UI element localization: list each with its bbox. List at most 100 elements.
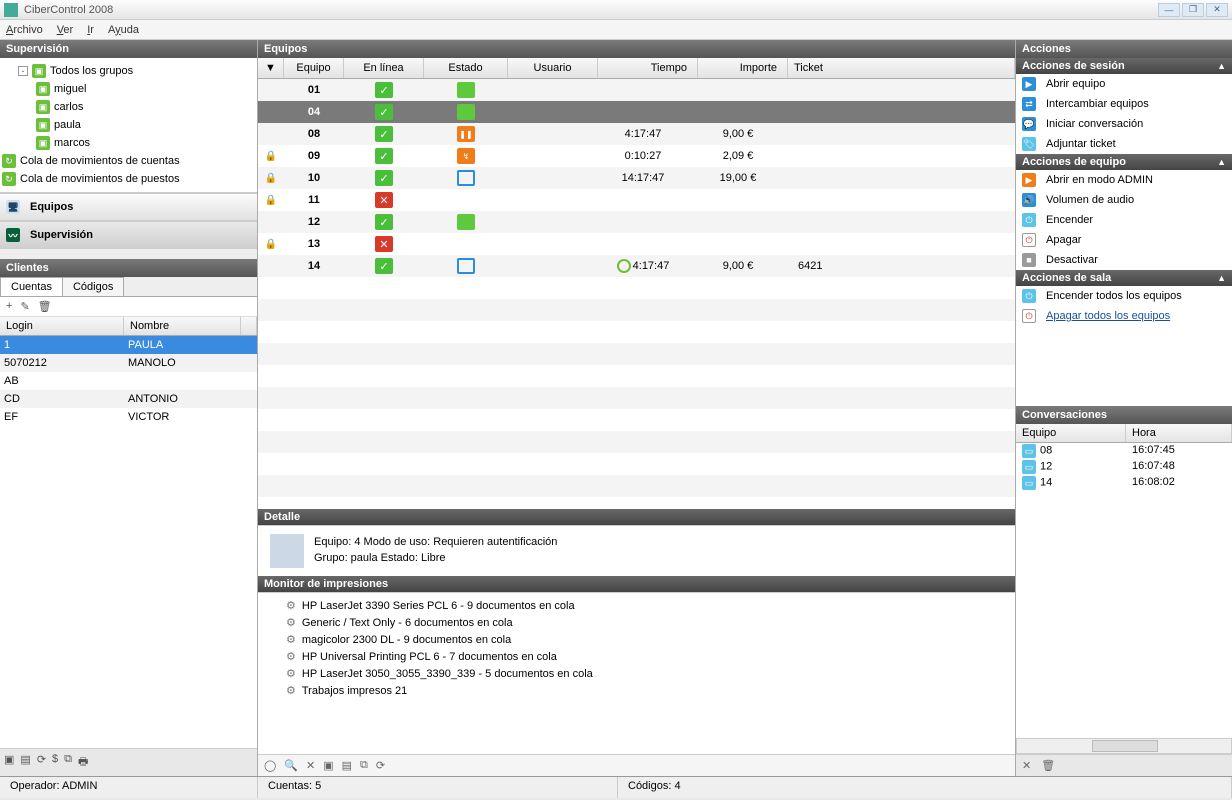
cliente-row[interactable]: EFVICTOR — [0, 408, 257, 426]
delete-button[interactable]: 🗑 — [38, 300, 52, 313]
col-conv-hora[interactable]: Hora — [1126, 424, 1232, 442]
equipo-row-empty — [258, 431, 1015, 453]
equipo-row[interactable]: 🔒 13 ✕ — [258, 233, 1015, 255]
equipo-row[interactable]: 08 ✓ ❚❚ 4:17:47 9,00 € — [258, 123, 1015, 145]
detalle-header: Detalle — [258, 509, 1015, 525]
detalle-panel: Equipo: 4 Modo de uso: Requieren autenti… — [258, 525, 1015, 576]
tb-icon[interactable]: ⧉ — [64, 753, 72, 772]
power-on-icon: ⏻ — [1022, 289, 1036, 303]
menu-ayuda[interactable]: Ayuda — [108, 24, 139, 36]
cliente-row[interactable]: CDANTONIO — [0, 390, 257, 408]
tree-root[interactable]: -▣Todos los grupos — [2, 62, 255, 80]
col-equipo[interactable]: Equipo — [284, 58, 344, 78]
power-off-icon: ⏻ — [1022, 233, 1036, 247]
tb-icon[interactable]: ⧉ — [360, 759, 368, 772]
equipo-row[interactable]: 04 ✓ — [258, 101, 1015, 123]
scrollbar-horizontal[interactable] — [1016, 738, 1232, 754]
tree-group[interactable]: ▣carlos — [2, 98, 255, 116]
monitor-header: Monitor de impresiones — [258, 576, 1015, 592]
edit-button[interactable]: ✎ — [20, 300, 29, 313]
action-abrir-admin[interactable]: ▶Abrir en modo ADMIN — [1016, 170, 1232, 190]
nav-supervision[interactable]: 〰Supervisión — [0, 221, 257, 249]
restore-button[interactable]: ❐ — [1182, 3, 1204, 17]
equipo-row[interactable]: 🔒 09 ✓ ↯ 0:10:27 2,09 € — [258, 145, 1015, 167]
printer-row[interactable]: HP Universal Printing PCL 6 - 7 document… — [266, 648, 1007, 665]
col-enlinea[interactable]: En línea — [344, 58, 424, 78]
tab-cuentas[interactable]: Cuentas — [0, 277, 63, 296]
tree-group[interactable]: ▣marcos — [2, 134, 255, 152]
printer-row[interactable]: magicolor 2300 DL - 9 documentos en cola — [266, 631, 1007, 648]
delete-conv-button[interactable]: 🗑 — [1041, 759, 1055, 772]
tb-icon[interactable]: $ — [52, 753, 58, 772]
equipo-row[interactable]: 🔒 11 ✕ — [258, 189, 1015, 211]
acciones-sala-list: ⏻Encender todos los equipos ⏻Apagar todo… — [1016, 286, 1232, 326]
tree-group[interactable]: ▣miguel — [2, 80, 255, 98]
action-apagar-todos[interactable]: ⏻Apagar todos los equipos — [1016, 306, 1232, 326]
col-login[interactable]: Login — [0, 317, 124, 335]
col-estado[interactable]: Estado — [424, 58, 508, 78]
close-conv-button[interactable]: ✕ — [1022, 759, 1031, 772]
action-adjuntar-ticket[interactable]: 🏷Adjuntar ticket — [1016, 134, 1232, 154]
acciones-sala-header[interactable]: Acciones de sala▲ — [1016, 270, 1232, 286]
tb-icon[interactable]: ⟳ — [37, 753, 46, 772]
printer-row[interactable]: Generic / Text Only - 6 documentos en co… — [266, 614, 1007, 631]
tb-icon[interactable]: ⟳ — [376, 759, 385, 772]
conversation-row[interactable]: ▭1416:08:02 — [1016, 475, 1232, 491]
online-icon: ✓ — [375, 104, 393, 120]
tb-icon[interactable]: ◯ — [264, 759, 276, 772]
action-apagar[interactable]: ⏻Apagar — [1016, 230, 1232, 250]
tb-icon[interactable]: ✕ — [306, 759, 315, 772]
acciones-sesion-header[interactable]: Acciones de sesión▲ — [1016, 58, 1232, 74]
lock-icon: 🔒 — [265, 239, 277, 250]
add-button[interactable]: + — [6, 300, 12, 313]
col-nombre[interactable]: Nombre — [124, 317, 241, 335]
conversation-row[interactable]: ▭1216:07:48 — [1016, 459, 1232, 475]
state-busy-icon: ↯ — [457, 148, 475, 164]
printer-row[interactable]: HP LaserJet 3390 Series PCL 6 - 9 docume… — [266, 597, 1007, 614]
action-intercambiar[interactable]: ⇄Intercambiar equipos — [1016, 94, 1232, 114]
equipo-row[interactable]: 01 ✓ — [258, 79, 1015, 101]
cliente-row[interactable]: AB — [0, 372, 257, 390]
nav-equipos[interactable]: 🖥Equipos — [0, 193, 257, 221]
cliente-row[interactable]: 1PAULA — [0, 336, 257, 354]
equipo-row[interactable]: 12 ✓ — [258, 211, 1015, 233]
action-encender-todos[interactable]: ⏻Encender todos los equipos — [1016, 286, 1232, 306]
action-volumen[interactable]: 🔊Volumen de audio — [1016, 190, 1232, 210]
tab-codigos[interactable]: Códigos — [62, 277, 124, 296]
swap-icon: ⇄ — [1022, 97, 1036, 111]
equipo-row[interactable]: 🔒 10 ✓ 14:17:47 19,00 € — [258, 167, 1015, 189]
col-conv-equipo[interactable]: Equipo — [1016, 424, 1126, 442]
action-iniciar-conv[interactable]: 💬Iniciar conversación — [1016, 114, 1232, 134]
minimize-button[interactable]: — — [1158, 3, 1180, 17]
col-importe[interactable]: Importe — [698, 58, 788, 78]
menu-ir[interactable]: Ir — [87, 24, 94, 36]
queue-cuentas[interactable]: ↻Cola de movimientos de cuentas — [2, 152, 255, 170]
open-icon: ▶ — [1022, 77, 1036, 91]
col-sort[interactable]: ▼ — [258, 58, 284, 78]
printer-row[interactable]: HP LaserJet 3050_3055_3390_339 - 5 docum… — [266, 665, 1007, 682]
close-button[interactable]: ✕ — [1206, 3, 1228, 17]
action-desactivar[interactable]: ■Desactivar — [1016, 250, 1232, 270]
action-abrir-equipo[interactable]: ▶Abrir equipo — [1016, 74, 1232, 94]
conversaciones-header: Conversaciones — [1016, 406, 1232, 424]
menu-archivo[interactable]: Archivo — [6, 24, 43, 36]
tb-icon[interactable]: 🖶 — [78, 753, 88, 772]
printer-row[interactable]: Trabajos impresos 21 — [266, 682, 1007, 699]
tb-icon[interactable]: ▤ — [342, 759, 352, 772]
tb-icon[interactable]: 🔍 — [284, 759, 298, 772]
conversation-row[interactable]: ▭0816:07:45 — [1016, 443, 1232, 459]
tb-icon[interactable]: ▤ — [20, 753, 30, 772]
tree-group[interactable]: ▣paula — [2, 116, 255, 134]
queue-puestos[interactable]: ↻Cola de movimientos de puestos — [2, 170, 255, 188]
col-usuario[interactable]: Usuario — [508, 58, 598, 78]
col-tiempo[interactable]: Tiempo — [598, 58, 698, 78]
col-ticket[interactable]: Ticket — [788, 58, 1015, 78]
equipo-row[interactable]: 14 ✓ 4:17:47 9,00 € 6421 — [258, 255, 1015, 277]
cliente-row[interactable]: 5070212MANOLO — [0, 354, 257, 372]
tb-icon[interactable]: ▣ — [323, 759, 333, 772]
queue-icon: ↻ — [2, 172, 16, 186]
menu-ver[interactable]: Ver — [57, 24, 74, 36]
tb-icon[interactable]: ▣ — [4, 753, 14, 772]
acciones-equipo-header[interactable]: Acciones de equipo▲ — [1016, 154, 1232, 170]
action-encender[interactable]: ⏻Encender — [1016, 210, 1232, 230]
